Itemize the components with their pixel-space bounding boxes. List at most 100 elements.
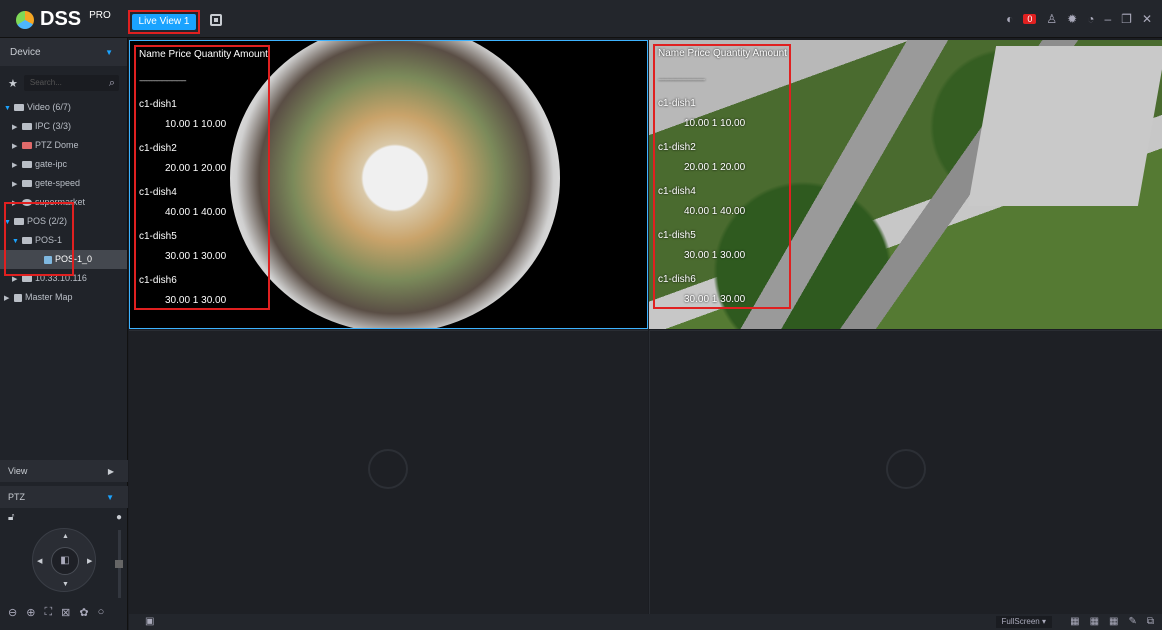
chevron-down-icon[interactable]: ▼ [105,48,113,57]
video-pane-2[interactable]: Name Price Quantity Amount -------------… [649,40,1162,329]
zoom-out-icon[interactable]: ⊖ [8,606,17,619]
tree-item-ipc[interactable]: ▶ IPC (3/3) [0,117,127,136]
bottom-toolbar: ▣ FullScreen ▾ ▦ ▦ ▦ ✎ ⧉ [129,614,1162,630]
ptz-panel-header[interactable]: PTZ ▼ [0,486,128,508]
device-panel-header[interactable]: Device ▼ [0,38,127,66]
unlock-icon[interactable]: 🔓︎ [8,512,14,523]
video-grid: Name Price Quantity Amount -------------… [129,38,1162,614]
ipc-icon [22,123,32,131]
tree-item-gate-ipc[interactable]: ▶ gate-ipc [0,155,127,174]
pos-item-name: c1-dish5 [139,231,177,242]
ptz-center-icon[interactable]: ◧ [51,547,79,575]
ptz-direction-pad[interactable]: ▲ ▼ ◀ ▶ ◧ [32,528,96,592]
minimize-icon[interactable]: – [1104,12,1111,26]
focus-near-icon[interactable]: ⛶ [44,606,52,619]
close-icon[interactable]: ✕ [1142,12,1152,26]
dashboard-icon[interactable]: ◔ [1087,12,1094,26]
empty-camera-icon [886,449,926,489]
gear-icon[interactable]: ✹ [1067,12,1077,26]
pos-item-name: c1-dish6 [658,274,696,285]
pos-separator: ---------------------------- [139,76,187,85]
expand-icon[interactable]: ⧉ [1147,616,1154,627]
tree-item-ptz-dome[interactable]: ▶ PTZ Dome [0,136,127,155]
ptz-up-arrow-icon[interactable]: ▲ [62,533,69,540]
app-logo: DSS PRO [16,8,111,31]
ptz-down-arrow-icon[interactable]: ▼ [62,581,69,588]
pos-item-name: c1-dish1 [139,99,177,110]
tree-item-video[interactable]: ▼ Video (6/7) [0,98,127,117]
favorite-star-icon[interactable]: ★ [8,77,18,90]
pos-overlay-1: Name Price Quantity Amount -------------… [134,45,270,310]
search-row: ★ Search... ⌕ [8,72,119,94]
pos-item-values: 40.00 1 40.00 [165,207,227,218]
pos-item-values: 30.00 1 30.00 [684,294,746,305]
pos-item-name: c1-dish6 [139,275,177,286]
pos-item-values: 10.00 1 10.00 [165,119,227,130]
pos-item-name: c1-dish4 [658,186,696,197]
ptz-left-arrow-icon[interactable]: ◀ [37,557,42,565]
add-tab-icon[interactable] [210,14,222,26]
chevron-right-icon[interactable]: ▶ [108,467,114,476]
zoom-in-icon[interactable]: ⊕ [26,606,35,619]
view-panel-header[interactable]: View ▶ [0,460,128,482]
building-roof [967,46,1162,206]
ptz-toolbar: ⊖ ⊕ ⛶ ⊠ ✿ ○ [8,606,104,619]
sidebar: Device ▼ ★ Search... ⌕ ▼ Video (6/7) ▶ IPC… [0,38,128,630]
search-icon[interactable]: ⌕ [109,75,115,91]
pos-header: Name Price Quantity Amount [139,49,268,60]
app-brand: DSS [40,8,82,30]
ptz-icon [22,142,32,150]
tab-live-view-1[interactable]: Live View 1 [128,10,200,34]
device-label: Device [10,46,41,58]
pos-item-values: 40.00 1 40.00 [684,206,746,217]
device-icon [22,180,32,188]
fisheye-video-feed [230,41,560,328]
tree-item-master-map[interactable]: ▶ Master Map [0,288,127,307]
camera-group-icon [14,104,24,112]
device-icon [22,161,32,169]
ptz-right-arrow-icon[interactable]: ▶ [87,557,92,565]
layout-buttons: ▦ ▦ ▦ ✎ ⧉ [1070,616,1154,627]
video-pane-4[interactable] [649,330,1162,614]
video-pane-3[interactable] [129,330,648,614]
search-placeholder: Search... [29,78,62,87]
fullscreen-dropdown[interactable]: FullScreen ▾ [995,616,1052,628]
layout-9-icon[interactable]: ▦ [1090,616,1099,627]
layout-16-icon[interactable]: ▦ [1109,616,1118,627]
pos-item-name: c1-dish4 [139,187,177,198]
ptz-speed-handle[interactable] [115,560,123,568]
pos-item-name: c1-dish2 [139,143,177,154]
layout-4-icon[interactable]: ▦ [1070,616,1079,627]
focus-far-icon[interactable]: ⊠ [61,606,70,619]
map-icon [14,293,22,302]
search-input[interactable]: Search... ⌕ [23,75,119,91]
title-bar: DSS PRO Live View 1 ◐ 0 ♙ ✹ ◔ – ❐ ✕ [0,0,1162,38]
ptz-label: PTZ [8,492,25,502]
empty-camera-icon [368,449,408,489]
preset-icon[interactable]: ○ [98,606,105,619]
pos-item-name: c1-dish2 [658,142,696,153]
save-layout-icon[interactable]: ▣ [145,616,154,627]
pos-item-values: 10.00 1 10.00 [684,118,746,129]
pos-separator: ---------------------------- [658,75,706,84]
lock-icon[interactable]: ● [116,512,122,523]
pos-item-name: c1-dish1 [658,98,696,109]
tree-item-gete-speed[interactable]: ▶ gete-speed [0,174,127,193]
alarm-badge[interactable]: 0 [1023,14,1037,24]
pos-item-name: c1-dish5 [658,230,696,241]
app-edition: PRO [89,10,111,21]
pos-item-values: 20.00 1 20.00 [684,162,746,173]
window-controls: ◐ 0 ♙ ✹ ◔ – ❐ ✕ [1006,12,1152,26]
chevron-down-icon[interactable]: ▼ [106,493,114,502]
user-icon[interactable]: ♙ [1046,12,1057,26]
pos-highlight-box [4,202,74,276]
speaker-icon[interactable]: ◐ [1006,12,1013,26]
iris-icon[interactable]: ✿ [79,606,88,619]
pos-item-values: 30.00 1 30.00 [165,295,227,306]
dss-logo-icon [16,10,34,29]
edit-layout-icon[interactable]: ✎ [1128,616,1136,627]
view-label: View [8,466,28,476]
pos-item-values: 20.00 1 20.00 [165,163,227,174]
restore-icon[interactable]: ❐ [1121,12,1132,26]
video-pane-1[interactable]: Name Price Quantity Amount -------------… [129,40,648,329]
